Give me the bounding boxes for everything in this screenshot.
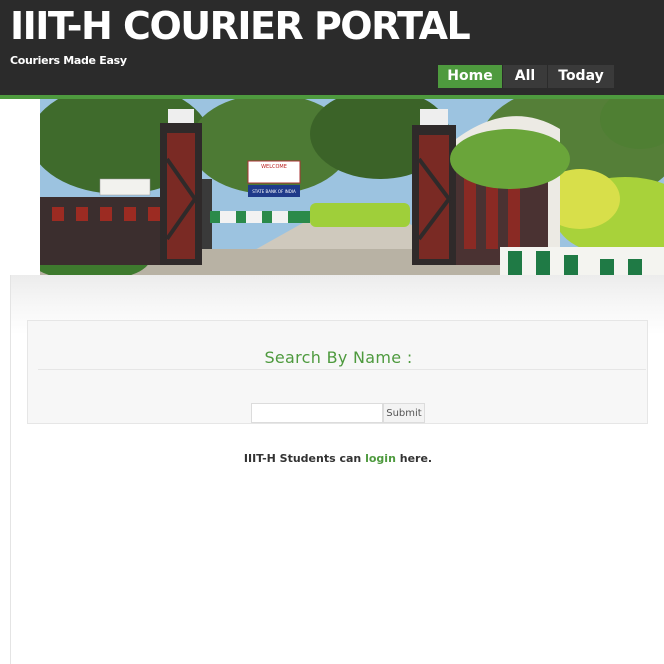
site-title: IIIT-H COURIER PORTAL xyxy=(10,4,471,48)
campus-gate-banner: WELCOME STATE BANK OF INDIA xyxy=(40,99,664,275)
search-name-input[interactable] xyxy=(251,403,383,423)
nav-all[interactable]: All xyxy=(503,65,547,88)
main-content: Search By Name : Submit IIIT-H Students … xyxy=(10,275,664,664)
site-tagline: Couriers Made Easy xyxy=(10,54,127,67)
login-note-prefix: IIIT-H Students can xyxy=(243,452,366,465)
main-nav: Home All Today xyxy=(438,65,615,88)
submit-button[interactable]: Submit xyxy=(383,403,425,423)
search-divider xyxy=(38,369,646,370)
bank-sign-text: STATE BANK OF INDIA xyxy=(252,189,296,194)
nav-today[interactable]: Today xyxy=(548,65,614,88)
search-panel: Search By Name : Submit xyxy=(27,320,648,424)
login-link[interactable]: login xyxy=(365,452,396,465)
site-header: IIIT-H COURIER PORTAL Couriers Made Easy… xyxy=(0,0,664,95)
welcome-sign-text: WELCOME xyxy=(261,164,287,170)
search-heading: Search By Name : xyxy=(264,348,413,367)
login-note: IIIT-H Students can login here. xyxy=(11,452,664,465)
nav-home[interactable]: Home xyxy=(438,65,502,88)
login-note-suffix: here. xyxy=(395,452,433,465)
